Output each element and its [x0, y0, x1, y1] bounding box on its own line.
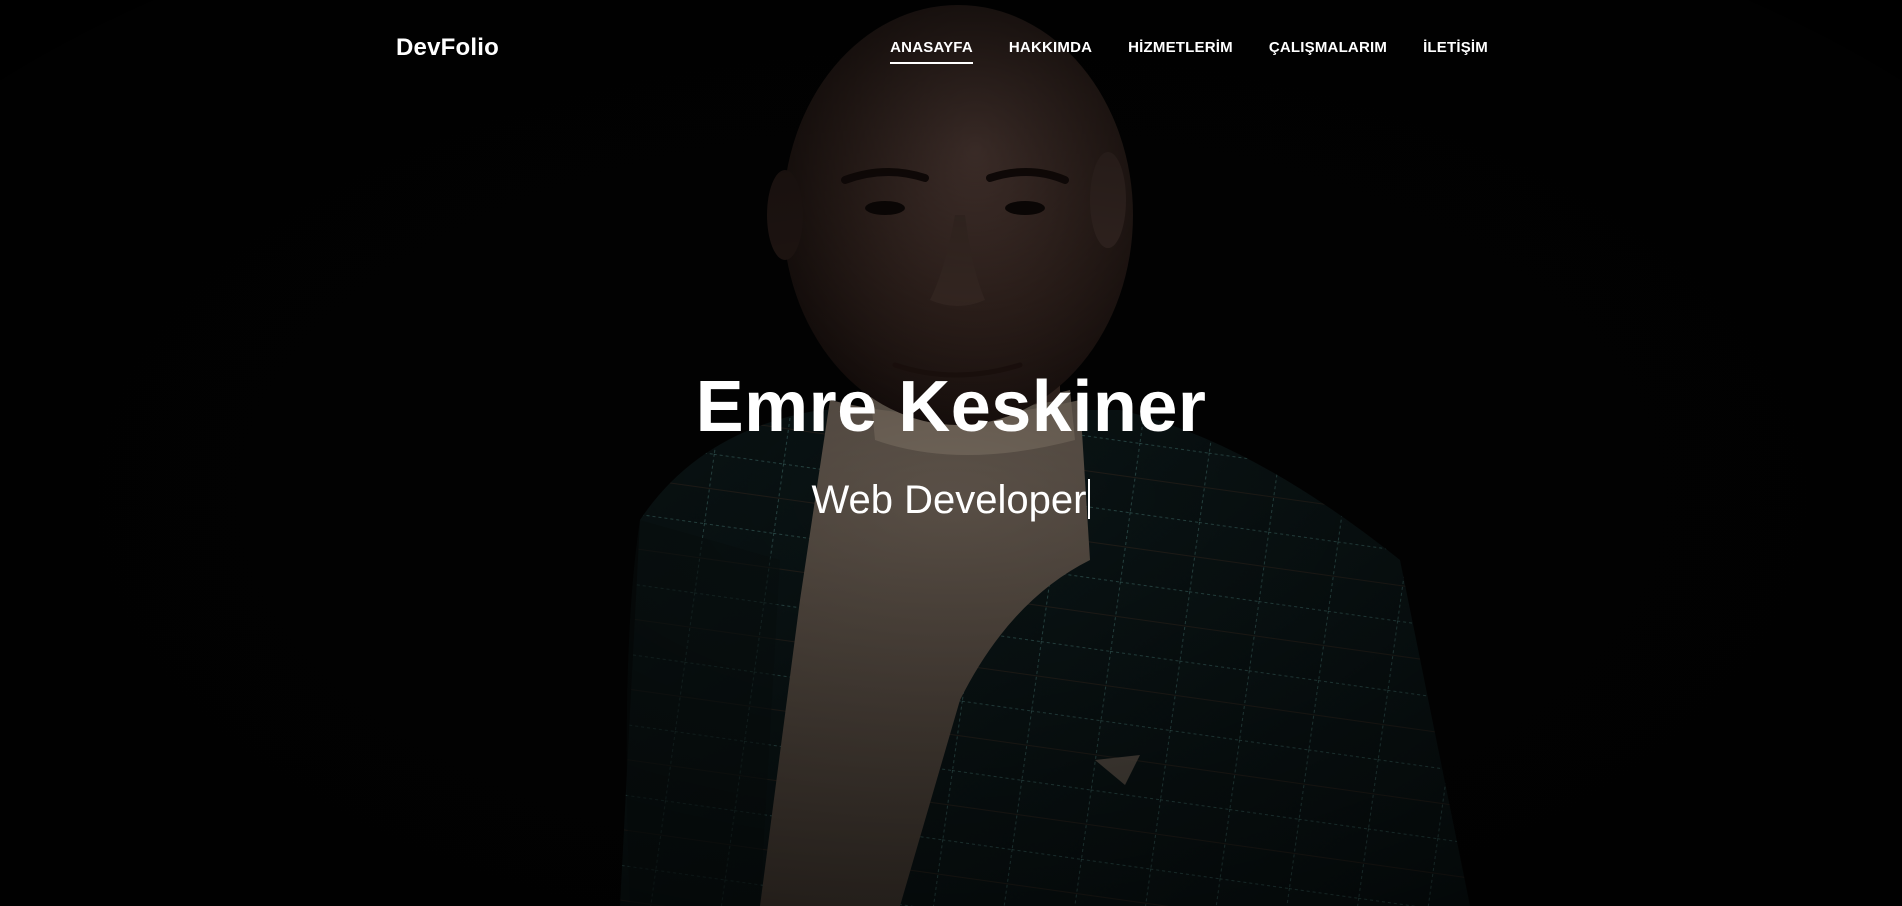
typing-cursor	[1088, 479, 1091, 519]
hero-subtitle-text: Web Developer	[811, 478, 1087, 522]
hero-section: DevFolio ANASAYFA HAKKIMDA HİZMETLERİM Ç…	[0, 0, 1902, 906]
hero-subtitle: Web Developer	[0, 478, 1902, 523]
nav-item-hakkimda: HAKKIMDA	[1009, 39, 1092, 64]
nav-item-anasayfa: ANASAYFA	[890, 39, 973, 64]
nav-menu: ANASAYFA HAKKIMDA HİZMETLERİM ÇALIŞMALAR…	[890, 39, 1488, 64]
nav-link-iletisim[interactable]: İLETİŞİM	[1423, 39, 1488, 64]
navbar: DevFolio ANASAYFA HAKKIMDA HİZMETLERİM Ç…	[0, 0, 1902, 100]
dark-overlay	[0, 0, 1902, 906]
nav-item-hizmetlerim: HİZMETLERİM	[1128, 39, 1233, 64]
nav-link-hizmetlerim[interactable]: HİZMETLERİM	[1128, 39, 1233, 64]
nav-item-iletisim: İLETİŞİM	[1423, 39, 1488, 64]
nav-link-hakkimda[interactable]: HAKKIMDA	[1009, 39, 1092, 64]
nav-link-anasayfa[interactable]: ANASAYFA	[890, 39, 973, 64]
nav-item-calismalarim: ÇALIŞMALARIM	[1269, 39, 1387, 64]
hero-title: Emre Keskiner	[695, 367, 1207, 447]
brand-logo[interactable]: DevFolio	[396, 34, 499, 62]
nav-link-calismalarim[interactable]: ÇALIŞMALARIM	[1269, 39, 1387, 64]
